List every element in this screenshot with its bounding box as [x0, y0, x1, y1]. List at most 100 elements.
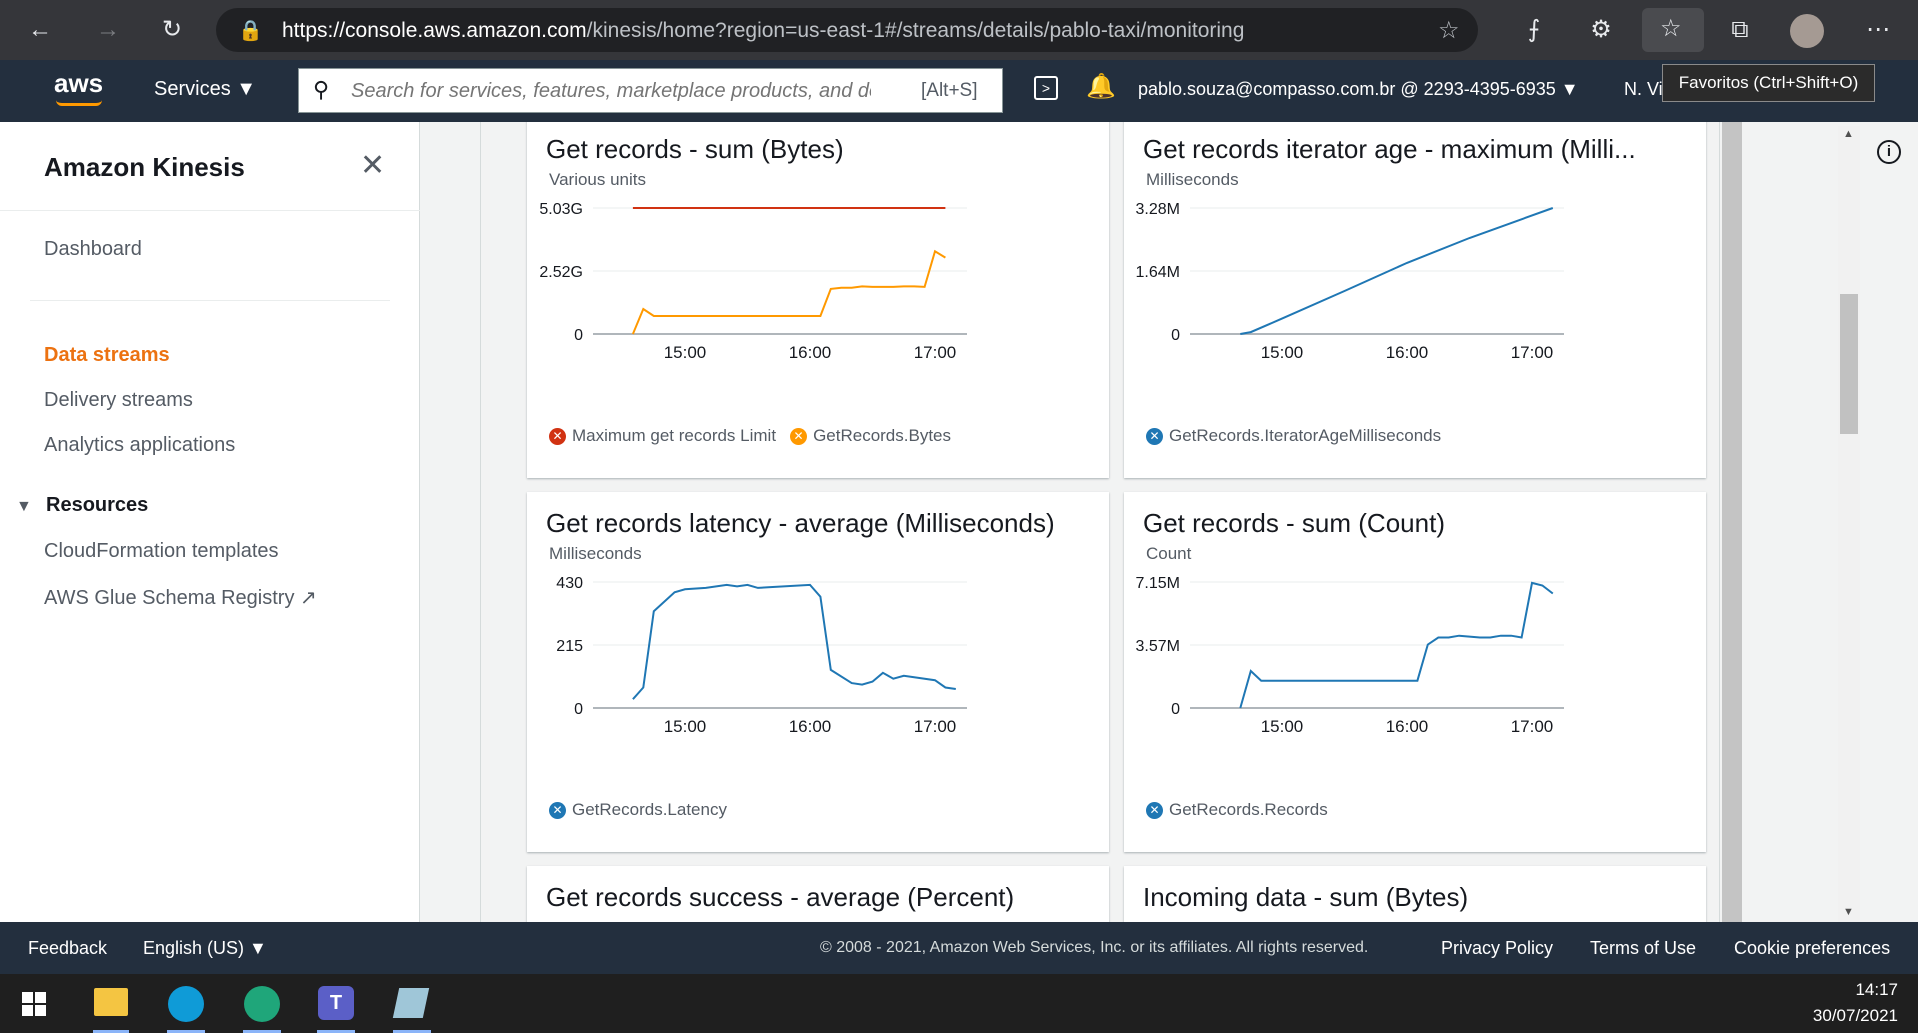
sidebar-item-dashboard[interactable]: Dashboard	[44, 238, 142, 261]
y-tick-label: 0	[1171, 327, 1180, 344]
file-explorer-icon[interactable]	[94, 988, 128, 1016]
terms-link[interactable]: Terms of Use	[1590, 938, 1696, 959]
add-favorite-icon[interactable]: ☆	[1438, 16, 1460, 45]
legend-toggle-icon[interactable]: ✕	[549, 801, 566, 819]
x-tick-label: 17:00	[914, 717, 957, 736]
notifications-icon[interactable]: 🔔	[1086, 72, 1116, 101]
legend-toggle-icon[interactable]: ✕	[1146, 427, 1163, 445]
monitoring-content: Get records - sum (Bytes) Various units …	[480, 122, 1720, 922]
aws-logo[interactable]: aws	[54, 68, 103, 99]
search-input[interactable]	[351, 77, 871, 105]
series-line[interactable]	[631, 249, 946, 335]
y-tick-label: 5.03G	[539, 201, 583, 218]
address-bar[interactable]: 🔒 https://console.aws.amazon.com/kinesis…	[216, 8, 1478, 52]
metric-card: Incoming data - sum (Bytes)	[1124, 866, 1706, 922]
x-tick-label: 17:00	[914, 343, 957, 362]
chart-legend: ✕ Maximum get records Limit ✕ GetRecords.B…	[549, 426, 951, 446]
cloudshell-icon[interactable]: >	[1034, 76, 1058, 100]
scrollbar-thumb[interactable]	[1840, 294, 1858, 434]
page-scrollbar[interactable]: ▲ ▼	[1838, 126, 1860, 922]
privacy-link[interactable]: Privacy Policy	[1441, 938, 1553, 959]
y-tick-label: 7.15M	[1136, 575, 1180, 592]
reader-icon[interactable]: ⨍	[1518, 14, 1550, 46]
x-tick-label: 17:00	[1511, 717, 1554, 736]
language-selector[interactable]: English (US) ▼	[143, 938, 267, 959]
chart-legend: ✕ GetRecords.Records	[1146, 800, 1328, 820]
favorites-icon: ☆	[1660, 15, 1682, 42]
legend-toggle-icon[interactable]: ✕	[1146, 801, 1163, 819]
x-tick-label: 15:00	[664, 343, 707, 362]
scroll-down-icon[interactable]: ▼	[1843, 906, 1854, 918]
sidebar-item-cloudformation[interactable]: CloudFormation templates	[44, 540, 279, 563]
chart-records-count[interactable]: 7.15M 3.57M 0 15:00 16:00 17:00	[1124, 492, 1706, 852]
divider	[0, 210, 420, 211]
edge-profile-icon[interactable]	[244, 986, 280, 1022]
sidebar-item-data-streams[interactable]: Data streams	[44, 344, 170, 367]
legend-item[interactable]: GetRecords.Latency	[572, 800, 727, 820]
lock-icon: 🔒	[238, 20, 263, 42]
search-shortcut: [Alt+S]	[921, 80, 978, 101]
legend-item[interactable]: Maximum get records Limit	[572, 426, 776, 446]
y-tick-label: 0	[1171, 701, 1180, 718]
app-icon[interactable]	[392, 988, 430, 1018]
reload-icon[interactable]: ↻	[156, 14, 188, 46]
y-tick-label: 3.57M	[1136, 638, 1180, 655]
taskbar-date[interactable]: 30/07/2021	[1800, 1006, 1898, 1026]
windows-start-icon[interactable]	[22, 992, 46, 1016]
footer: Feedback English (US) ▼ © 2008 - 2021, A…	[0, 922, 1918, 974]
x-tick-label: 16:00	[1386, 717, 1429, 736]
edge-icon[interactable]	[168, 986, 204, 1022]
aws-logo-smile	[56, 100, 102, 106]
legend-toggle-icon[interactable]: ✕	[549, 427, 566, 445]
scroll-up-icon[interactable]: ▲	[1843, 128, 1854, 140]
metric-card: Get records - sum (Bytes) Various units …	[527, 122, 1109, 478]
legend-item[interactable]: GetRecords.IteratorAgeMilliseconds	[1169, 426, 1441, 446]
extensions-icon[interactable]: ⚙	[1585, 14, 1617, 46]
x-tick-label: 15:00	[664, 717, 707, 736]
metric-card: Get records success - average (Percent)	[527, 866, 1109, 922]
more-icon[interactable]: ⋯	[1862, 14, 1894, 46]
resources-header[interactable]: Resources	[46, 494, 148, 517]
sidebar: Amazon Kinesis ✕ Dashboard Data streams …	[0, 122, 420, 922]
search-box[interactable]: ⚲ [Alt+S]	[298, 68, 1003, 113]
back-icon[interactable]: ←	[24, 14, 56, 46]
metric-card: Get records iterator age - maximum (Mill…	[1124, 122, 1706, 478]
collections-icon[interactable]: ⧉	[1724, 14, 1756, 46]
content-scrollbar[interactable]	[1722, 122, 1742, 922]
close-icon[interactable]: ✕	[360, 148, 385, 183]
sidebar-item-delivery-streams[interactable]: Delivery streams	[44, 389, 193, 412]
series-line[interactable]	[632, 583, 956, 700]
teams-icon[interactable]: T	[318, 986, 354, 1020]
aws-top-nav: aws Services ▼ ⚲ [Alt+S] > 🔔 pablo.souza…	[0, 60, 1918, 122]
legend-item[interactable]: GetRecords.Records	[1169, 800, 1328, 820]
x-tick-label: 15:00	[1261, 717, 1304, 736]
region-menu[interactable]: N. Vi	[1624, 79, 1663, 100]
feedback-link[interactable]: Feedback	[28, 938, 107, 959]
legend-toggle-icon[interactable]: ✕	[790, 427, 808, 445]
x-tick-label: 17:00	[1511, 343, 1554, 362]
x-tick-label: 16:00	[789, 343, 832, 362]
chart-title: Get records success - average (Percent)	[546, 882, 1015, 912]
metric-card: Get records - sum (Count) Count 7.15M 3.5…	[1124, 492, 1706, 852]
info-icon[interactable]: i	[1877, 140, 1901, 164]
forward-icon[interactable]: →	[92, 14, 124, 46]
url-text: https://console.aws.amazon.com/kinesis/h…	[282, 19, 1245, 42]
chart-latency[interactable]: 430 215 0 15:00 16:00 17:00	[527, 492, 1109, 852]
y-tick-label: 215	[556, 638, 583, 655]
y-tick-label: 430	[556, 575, 583, 592]
cookie-preferences-link[interactable]: Cookie preferences	[1734, 938, 1890, 959]
sidebar-item-glue-schema-registry[interactable]: AWS Glue Schema Registry ↗	[44, 585, 317, 610]
profile-avatar[interactable]	[1790, 14, 1824, 48]
chart-get-records-bytes[interactable]: 5.03G 2.52G 0 15:00 16:00 17:00	[527, 122, 1109, 478]
y-tick-label: 2.52G	[539, 264, 583, 281]
chart-iterator-age[interactable]: 3.28M 1.64M 0 15:00 16:00 17:00	[1124, 122, 1706, 478]
account-menu[interactable]: pablo.souza@compasso.com.br @ 2293-4395-…	[1138, 79, 1579, 100]
caret-down-icon[interactable]: ▼	[16, 498, 32, 516]
y-tick-label: 3.28M	[1136, 201, 1180, 218]
x-tick-label: 16:00	[1386, 343, 1429, 362]
services-menu[interactable]: Services ▼	[154, 78, 256, 101]
browser-toolbar: ← → ↻ 🔒 https://console.aws.amazon.com/k…	[0, 0, 1918, 60]
legend-item[interactable]: GetRecords.Bytes	[813, 426, 951, 446]
sidebar-item-analytics-applications[interactable]: Analytics applications	[44, 434, 235, 457]
favorites-button[interactable]: ☆	[1642, 8, 1704, 52]
